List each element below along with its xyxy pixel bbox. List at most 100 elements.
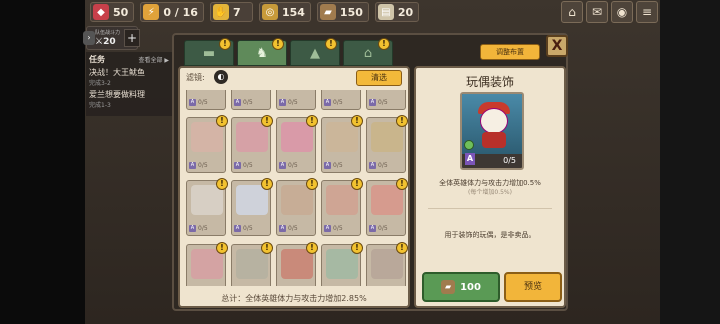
item-count-row: A 0/5 <box>369 160 403 170</box>
item-portrait: A 0/5 <box>460 92 524 170</box>
item-count-row: A 0/5 <box>189 97 223 107</box>
alert-icon: ! <box>396 242 408 254</box>
item-count: 0/5 <box>198 161 208 169</box>
alert-icon: ! <box>378 38 390 50</box>
furniture-item-card[interactable]: A0/5! <box>231 178 273 236</box>
item-count: 0/5 <box>243 98 253 106</box>
furniture-item-card[interactable]: A0/5! <box>321 178 363 236</box>
doll-face-art <box>480 108 508 134</box>
quest-title: 任务 <box>89 55 105 64</box>
resource-ruby[interactable]: ◆ 50 <box>90 2 135 22</box>
team-power-value: ⚔20 <box>95 37 116 47</box>
resource-lightning[interactable]: ⚡ 0 / 16 <box>140 2 204 22</box>
furniture-item-card[interactable]: A 0/5 <box>276 90 316 110</box>
item-count: 0/5 <box>378 98 388 106</box>
quest-item-2[interactable]: 爱兰想要做料理 <box>89 89 169 100</box>
resource-value: 20 <box>397 5 414 19</box>
furniture-art <box>191 185 223 215</box>
rank-icon: A <box>234 161 241 169</box>
furniture-item-card[interactable]: A 0/5 <box>321 90 361 110</box>
furniture-item-card[interactable]: A0/5! <box>186 242 228 286</box>
furniture-item-card[interactable]: A0/5! <box>366 115 408 173</box>
menu-icon[interactable]: ≡ <box>636 1 658 23</box>
item-count-row: A 0/5 <box>279 160 313 170</box>
clear-filter-button[interactable]: 清选 <box>356 70 402 86</box>
item-count: 0/5 <box>243 161 253 169</box>
item-count: 0/5 <box>333 98 343 106</box>
resource-value: 154 <box>281 5 305 19</box>
furniture-item-card[interactable]: A0/5! <box>186 115 228 173</box>
furniture-item-card[interactable]: A0/5! <box>276 115 318 173</box>
filter-icon[interactable]: ◐ <box>214 70 228 84</box>
buy-price: 100 <box>460 281 481 293</box>
chair-icon: ♞ <box>256 45 268 61</box>
alert-icon: ! <box>261 242 273 254</box>
furniture-item-card[interactable]: A0/5! <box>321 242 363 286</box>
tab-chair[interactable]: ♞! <box>237 38 287 66</box>
adjust-layout-button[interactable]: 调整布置 <box>480 44 540 60</box>
alert-icon: ! <box>306 178 318 190</box>
item-count-row: A 0/5 <box>279 223 313 233</box>
alert-icon: ! <box>351 242 363 254</box>
furniture-item-card[interactable]: A 0/5 <box>186 90 226 110</box>
furniture-art <box>236 249 268 279</box>
furniture-art <box>281 185 313 215</box>
camera-icon[interactable]: ◉ <box>611 1 633 23</box>
item-list-panel: 滤镜: ◐ 清选 A 0/5 A 0/5 A 0/5 A 0/5 A 0/5 A 0/5! A 0/5! A… <box>178 66 410 308</box>
resource-value: 0 / 16 <box>163 5 198 19</box>
item-count-row: A 0/5 <box>234 97 268 107</box>
tab-furniture-1[interactable]: ▬! <box>184 38 234 66</box>
lightning-icon: ⚡ <box>143 4 160 20</box>
quest-panel: 任务 查看全部 ▶ 决战！大王鱿鱼 完成3-2 爱兰想要做料理 完成1-3 <box>86 52 172 116</box>
add-button[interactable]: + <box>124 29 140 47</box>
tab-pot[interactable]: ▲! <box>290 38 340 66</box>
chevron-right-icon[interactable]: › <box>83 31 95 45</box>
item-count-row: A 0/5 <box>234 223 268 233</box>
wood-icon: ▰ <box>319 4 336 20</box>
ticket-icon: ▤ <box>377 4 394 20</box>
furniture-art <box>281 249 313 279</box>
furniture-item-card[interactable]: A0/5! <box>276 178 318 236</box>
item-count-row: A 0/5 <box>324 223 358 233</box>
item-count-row: A 0/5 <box>369 223 403 233</box>
close-button[interactable]: X <box>546 35 568 57</box>
furniture-art <box>326 122 358 152</box>
resource-hand[interactable]: ✋ 7 <box>209 2 253 22</box>
furniture-item-card[interactable]: A0/5! <box>231 242 273 286</box>
furniture-item-card[interactable]: A 0/5 <box>231 90 271 110</box>
top-icon-bar: ⌂ ✉ ◉ ≡ <box>561 1 658 23</box>
category-tabs: ▬! ♞! ▲! ⌂! <box>184 38 393 66</box>
gold-coin-icon: ◎ <box>261 4 278 20</box>
rank-icon: A <box>234 224 241 232</box>
item-count-row: A 0/5 <box>234 160 268 170</box>
quest-item-1[interactable]: 决战！大王鱿鱼 <box>89 67 169 78</box>
preview-button[interactable]: 预览 <box>504 272 562 302</box>
home-icon[interactable]: ⌂ <box>561 1 583 23</box>
item-count-row: A 0/5 <box>324 97 358 107</box>
item-count: 0/5 <box>288 224 298 232</box>
ruby-icon: ◆ <box>93 4 109 20</box>
team-power-label: 队伍战斗力 <box>95 30 121 36</box>
tab-house[interactable]: ⌂! <box>343 38 393 66</box>
mail-icon[interactable]: ✉ <box>586 1 608 23</box>
resource-gold-coin[interactable]: ◎ 154 <box>258 2 311 22</box>
furniture-art <box>326 249 358 279</box>
house-icon: ⌂ <box>363 45 373 61</box>
item-count: 0/5 <box>243 224 253 232</box>
view-all-link[interactable]: 查看全部 ▶ <box>138 54 169 65</box>
furniture-item-card[interactable]: A0/5! <box>276 242 318 286</box>
resource-bar: ◆ 50 ⚡ 0 / 16 ✋ 7 ◎ 154 ▰ 150 ▤ 20 <box>90 2 420 22</box>
furniture-item-card[interactable]: A0/5! <box>321 115 363 173</box>
resource-ticket[interactable]: ▤ 20 <box>374 2 420 22</box>
furniture-item-card[interactable]: A0/5! <box>231 115 273 173</box>
pot-icon: ▲ <box>310 45 320 61</box>
furniture-item-card[interactable]: A0/5! <box>366 242 408 286</box>
item-count: 0/5 <box>333 161 343 169</box>
furniture-item-card[interactable]: A 0/5 <box>366 90 406 110</box>
buy-button[interactable]: ▰ 100 <box>422 272 500 302</box>
furniture-item-card[interactable]: A0/5! <box>186 178 228 236</box>
rank-icon: A <box>279 161 286 169</box>
resource-wood[interactable]: ▰ 150 <box>316 2 369 22</box>
furniture-item-card[interactable]: A0/5! <box>366 178 408 236</box>
rank-icon: A <box>189 161 196 169</box>
